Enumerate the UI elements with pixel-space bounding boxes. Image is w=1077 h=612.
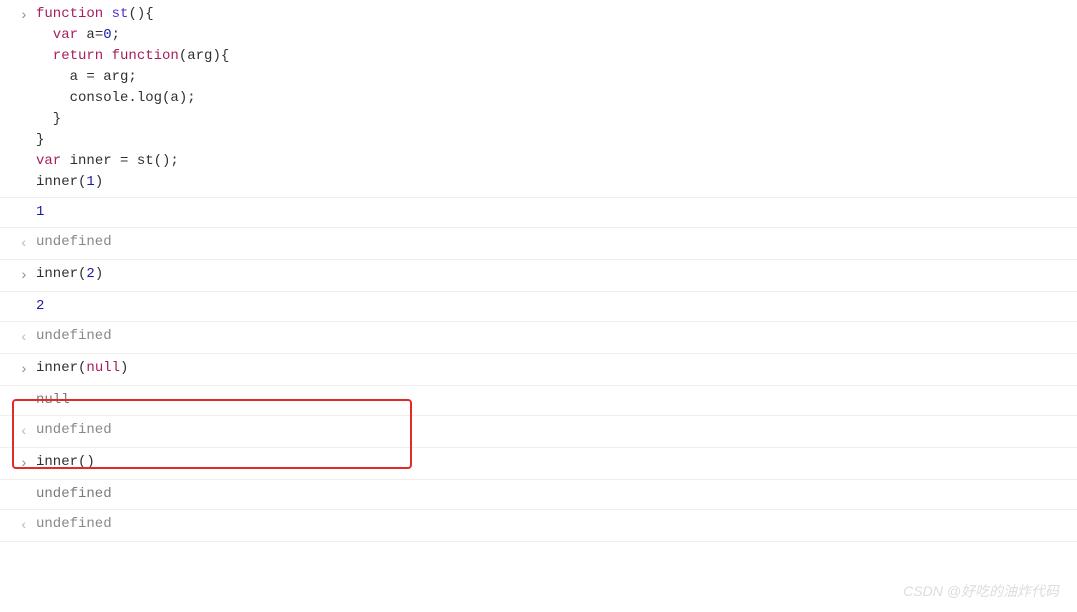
- punct: ;: [112, 27, 120, 43]
- blank-marker: [0, 484, 36, 505]
- punct: ): [95, 266, 103, 282]
- number: 2: [86, 266, 94, 282]
- keyword-return: return: [36, 48, 103, 64]
- keyword-function: function: [36, 6, 103, 22]
- watermark: CSDN @好吃的油炸代码: [903, 581, 1059, 602]
- punct: (arg){: [179, 48, 229, 64]
- punct: ): [95, 174, 103, 190]
- blank-marker: [0, 390, 36, 411]
- console-log-row: null: [0, 386, 1077, 416]
- console-log-row: 1: [0, 198, 1077, 228]
- punct: ): [120, 360, 128, 376]
- return-value: undefined: [36, 326, 1077, 349]
- log-output: 2: [36, 296, 1077, 317]
- input-marker-icon: [0, 358, 36, 381]
- punct: (){: [128, 6, 153, 22]
- return-value: undefined: [36, 514, 1077, 537]
- console-input-row[interactable]: inner(2): [0, 260, 1077, 292]
- log-output: 1: [36, 202, 1077, 223]
- console-return-row: undefined: [0, 510, 1077, 542]
- keyword-var: var: [36, 27, 78, 43]
- keyword-function: function: [103, 48, 179, 64]
- return-value: undefined: [36, 232, 1077, 255]
- code-text: }: [36, 111, 61, 127]
- console-panel: function st(){ var a=0; return function(…: [0, 0, 1077, 612]
- code-block: function st(){ var a=0; return function(…: [36, 4, 1077, 193]
- console-return-row: undefined: [0, 228, 1077, 260]
- console-input-row[interactable]: inner(): [0, 448, 1077, 480]
- console-input-row[interactable]: inner(null): [0, 354, 1077, 386]
- code-text: inner(: [36, 360, 86, 376]
- console-return-row: undefined: [0, 322, 1077, 354]
- output-marker-icon: [0, 232, 36, 255]
- console-log-row: 2: [0, 292, 1077, 322]
- code-block: inner(): [36, 452, 1077, 475]
- code-text: a = arg;: [36, 69, 137, 85]
- console-input-row[interactable]: function st(){ var a=0; return function(…: [0, 0, 1077, 198]
- input-marker-icon: [0, 264, 36, 287]
- code-text: console.log(a);: [36, 90, 196, 106]
- log-output: null: [36, 390, 1077, 411]
- code-block: inner(2): [36, 264, 1077, 287]
- blank-marker: [0, 296, 36, 317]
- null-literal: null: [86, 360, 120, 376]
- code-text: inner(: [36, 174, 86, 190]
- console-log-row: undefined: [0, 480, 1077, 510]
- code-block: inner(null): [36, 358, 1077, 381]
- output-marker-icon: [0, 326, 36, 349]
- log-output: undefined: [36, 484, 1077, 505]
- number: 0: [103, 27, 111, 43]
- number: 1: [86, 174, 94, 190]
- code-text: inner = st();: [61, 153, 179, 169]
- code-text: a=: [78, 27, 103, 43]
- return-value: undefined: [36, 420, 1077, 443]
- output-marker-icon: [0, 420, 36, 443]
- code-text: }: [36, 132, 44, 148]
- input-marker-icon: [0, 4, 36, 193]
- keyword-var: var: [36, 153, 61, 169]
- output-marker-icon: [0, 514, 36, 537]
- input-marker-icon: [0, 452, 36, 475]
- code-text: inner(: [36, 266, 86, 282]
- blank-marker: [0, 202, 36, 223]
- identifier: st: [103, 6, 128, 22]
- console-return-row: undefined: [0, 416, 1077, 448]
